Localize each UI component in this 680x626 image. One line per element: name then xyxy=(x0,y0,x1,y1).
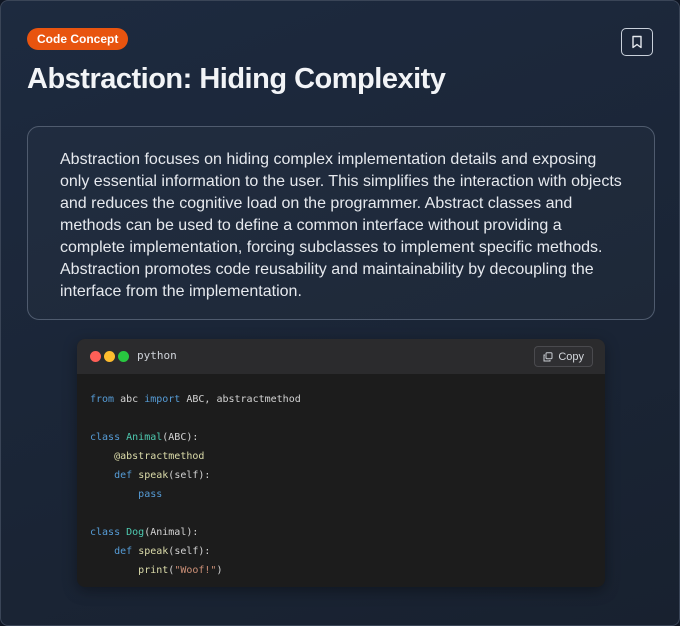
description-box: Abstraction focuses on hiding complex im… xyxy=(27,126,655,320)
code-token: Animal xyxy=(126,432,163,443)
code-token: def xyxy=(114,470,133,481)
code-token: ) xyxy=(216,565,223,576)
window-close-dot xyxy=(90,351,101,362)
code-token: @abstractmethod xyxy=(114,451,205,462)
code-line: def speak(self): xyxy=(90,542,605,561)
code-line: print("Woof!") xyxy=(90,561,605,580)
code-token: (self): xyxy=(168,470,211,481)
code-token: (ABC): xyxy=(162,432,199,443)
code-token: abc xyxy=(114,394,145,405)
code-token: ABC, abstractmethod xyxy=(180,394,301,405)
code-token: class xyxy=(90,527,121,538)
bookmark-button[interactable] xyxy=(621,28,653,56)
code-line: pass xyxy=(90,485,605,504)
code-concept-badge: Code Concept xyxy=(27,28,129,50)
bookmark-icon xyxy=(632,35,642,49)
code-line: class Dog(Animal): xyxy=(90,523,605,542)
code-token: speak xyxy=(138,546,169,557)
code-token: pass xyxy=(138,489,163,500)
copy-button[interactable]: Copy xyxy=(534,346,593,367)
copy-button-label: Copy xyxy=(558,350,584,363)
code-line: from abc import ABC, abstractmethod xyxy=(90,390,605,409)
code-token: (Animal): xyxy=(144,527,199,538)
copy-icon xyxy=(543,351,553,361)
code-token: speak xyxy=(138,470,169,481)
description-text: Abstraction focuses on hiding complex im… xyxy=(60,151,622,300)
page-title: Abstraction: Hiding Complexity xyxy=(27,63,446,95)
concept-card: Code Concept Abstraction: Hiding Complex… xyxy=(0,0,680,626)
code-line: @abstractmethod xyxy=(90,447,605,466)
code-block: python Copy from abc import ABC, abstrac… xyxy=(77,339,605,587)
code-line: def speak(self): xyxy=(90,466,605,485)
code-token: (self): xyxy=(168,546,211,557)
code-header: python Copy xyxy=(77,339,605,374)
code-line: class Animal(ABC): xyxy=(90,428,605,447)
code-token: print xyxy=(138,565,169,576)
code-token: Dog xyxy=(126,527,145,538)
window-maximize-dot xyxy=(118,351,129,362)
code-token: class xyxy=(90,432,121,443)
code-token: "Woof!" xyxy=(174,565,217,576)
code-token: from xyxy=(90,394,115,405)
code-content: from abc import ABC, abstractmethod class… xyxy=(77,374,605,580)
code-token: import xyxy=(144,394,181,405)
code-language-label: python xyxy=(137,349,177,362)
window-minimize-dot xyxy=(104,351,115,362)
code-token: def xyxy=(114,546,133,557)
